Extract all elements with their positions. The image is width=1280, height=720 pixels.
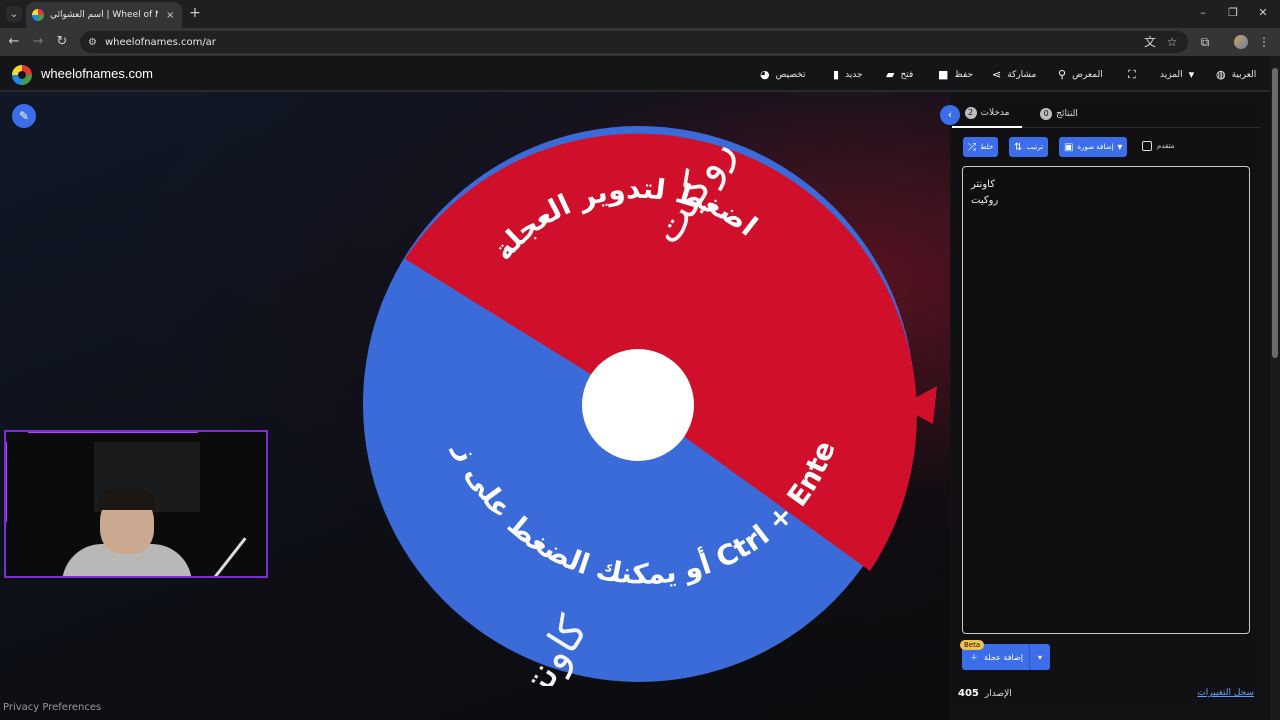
add-wheel-dropdown-icon[interactable]: ▾: [1030, 653, 1050, 662]
version-number: 405: [958, 688, 979, 699]
extensions-icon[interactable]: ⧉: [1197, 34, 1213, 50]
new-label: جديد: [845, 69, 863, 80]
more-label: المزيد: [1160, 69, 1183, 80]
page-scrollbar[interactable]: [1270, 56, 1280, 720]
fullscreen-button[interactable]: ⛶: [1128, 68, 1136, 82]
gallery-label: المعرض: [1072, 69, 1103, 80]
open-button[interactable]: ▰ فتح: [886, 68, 913, 81]
sort-label: ترتيب: [1026, 143, 1044, 151]
tab-close-icon[interactable]: ×: [164, 10, 176, 21]
webcam-overlay: [4, 430, 268, 578]
webcam-person-hair: [98, 488, 156, 510]
scrollbar-thumb[interactable]: [1272, 68, 1278, 358]
site-header: wheelofnames.com ◕ تخصيص ▮ جديد ▰ فتح ■ …: [0, 56, 1270, 92]
add-wheel-label: إضافة عجلة: [984, 652, 1023, 662]
minimize-icon[interactable]: –: [1196, 6, 1210, 20]
favicon-icon: [32, 9, 44, 21]
sort-button[interactable]: ⇅ ترتيب: [1009, 137, 1049, 157]
translate-icon[interactable]: 文: [1142, 34, 1158, 50]
entry-line: روكيت: [971, 195, 999, 206]
shuffle-icon: ⤮: [968, 141, 976, 153]
add-image-button[interactable]: ▣ إضافة صورة ▾: [1059, 137, 1128, 157]
folder-icon: ▰: [886, 68, 895, 81]
wheel[interactable]: روكيت كاونتر اضغط لتدوير العجلة أو يمكنك…: [355, 116, 945, 686]
tab-entries[interactable]: 2 مدخلات: [952, 100, 1022, 128]
collapse-panel-chevron-icon[interactable]: ‹: [940, 105, 960, 125]
shuffle-button[interactable]: ⤮ خلط: [963, 137, 999, 157]
entries-tab-label: مدخلات: [980, 108, 1010, 118]
file-icon: ▮: [833, 68, 840, 81]
plus-icon: ＋: [970, 652, 978, 662]
open-label: فتح: [900, 69, 914, 80]
customize-label: تخصيص: [775, 69, 806, 80]
browser-tab-bar: ⌄ اسم العشوائي | Wheel of Names × + – ❐ …: [0, 0, 1280, 28]
save-label: حفظ: [954, 69, 974, 80]
tab-results[interactable]: 0 النتائج: [1026, 100, 1092, 128]
advanced-label: متقدم: [1157, 142, 1175, 150]
mic-stand: [208, 537, 247, 576]
customize-button[interactable]: ◕ تخصيص: [760, 68, 805, 81]
entries-textarea[interactable]: كاونتر روكيت: [962, 166, 1250, 634]
language-label: العربية: [1231, 69, 1257, 80]
privacy-preferences-link[interactable]: Privacy Preferences: [3, 702, 101, 713]
caret-down-icon: ▾: [1117, 141, 1123, 153]
palette-icon: ◕: [760, 68, 770, 81]
browser-menu-icon[interactable]: ⋮: [1256, 34, 1272, 50]
search-icon: ⚲: [1058, 68, 1067, 81]
shuffle-label: خلط: [980, 143, 994, 151]
share-label: مشاركة: [1007, 69, 1037, 80]
url-text: wheelofnames.com/ar: [104, 36, 216, 48]
window-close-icon[interactable]: ✕: [1256, 6, 1270, 20]
new-tab-icon[interactable]: +: [188, 6, 202, 20]
tab-title: اسم العشوائي | Wheel of Names: [50, 10, 159, 20]
changelog-link[interactable]: سجل التغييرات: [1197, 688, 1254, 698]
forward-icon[interactable]: →: [30, 34, 46, 50]
version-label: الإصدار: [984, 689, 1012, 699]
url-input[interactable]: ⚙ wheelofnames.com/ar: [80, 31, 1188, 53]
panel-tabs: 2 مدخلات 0 النتائج ‹: [940, 100, 1260, 128]
address-bar: ← → ↻ ⚙ wheelofnames.com/ar 文 ☆ ⧉ ⋮: [0, 28, 1280, 56]
language-button[interactable]: ◍ العربية: [1216, 68, 1256, 81]
version-info: 405 الإصدار: [958, 688, 1012, 699]
gallery-button[interactable]: ⚲ المعرض: [1058, 68, 1103, 81]
advanced-toggle[interactable]: متقدم: [1142, 141, 1174, 151]
tab-search-icon[interactable]: ⌄: [6, 6, 22, 22]
back-icon[interactable]: ←: [6, 34, 22, 50]
beta-badge: Beta: [960, 640, 985, 650]
logo-icon[interactable]: [12, 65, 32, 85]
bookmark-star-icon[interactable]: ☆: [1164, 34, 1180, 50]
share-button[interactable]: ⋖ مشاركة: [992, 68, 1036, 81]
site-info-icon[interactable]: ⚙: [88, 37, 97, 48]
image-icon: ▣: [1064, 141, 1074, 153]
save-icon: ■: [938, 68, 949, 81]
wheel-center[interactable]: [582, 349, 694, 461]
caret-down-icon: ▾: [1188, 68, 1195, 81]
profile-avatar[interactable]: [1234, 35, 1248, 49]
sort-icon: ⇅: [1014, 141, 1023, 153]
entries-panel: 2 مدخلات 0 النتائج ‹ ⤮ خلط ⇅ ترتيب ▣ إضا…: [940, 100, 1260, 708]
reload-icon[interactable]: ↻: [54, 34, 70, 50]
restore-icon[interactable]: ❐: [1226, 6, 1240, 20]
wheel-stage: ✎ روكيت كاونتر اضغط لتدوير العجلة أو يمك…: [0, 92, 950, 720]
advanced-checkbox[interactable]: [1142, 141, 1152, 151]
fullscreen-icon: ⛶: [1128, 68, 1136, 81]
results-count-badge: 0: [1040, 108, 1053, 120]
more-button[interactable]: المزيد ▾: [1160, 68, 1194, 81]
webcam-accent-side: [6, 442, 7, 522]
entries-count-badge: 2: [964, 107, 977, 119]
share-icon: ⋖: [992, 68, 1002, 81]
browser-tab[interactable]: اسم العشوائي | Wheel of Names ×: [26, 2, 182, 28]
webcam-accent-bar: [28, 432, 198, 433]
logo-text[interactable]: wheelofnames.com: [41, 66, 153, 81]
edit-pencil-icon[interactable]: ✎: [12, 104, 36, 128]
globe-icon: ◍: [1216, 68, 1226, 81]
entry-line: كاونتر: [971, 179, 995, 190]
results-tab-label: النتائج: [1056, 109, 1078, 119]
add-image-label: إضافة صورة: [1077, 143, 1114, 151]
save-button[interactable]: ■ حفظ: [938, 68, 973, 81]
new-button[interactable]: ▮ جديد: [833, 68, 863, 81]
